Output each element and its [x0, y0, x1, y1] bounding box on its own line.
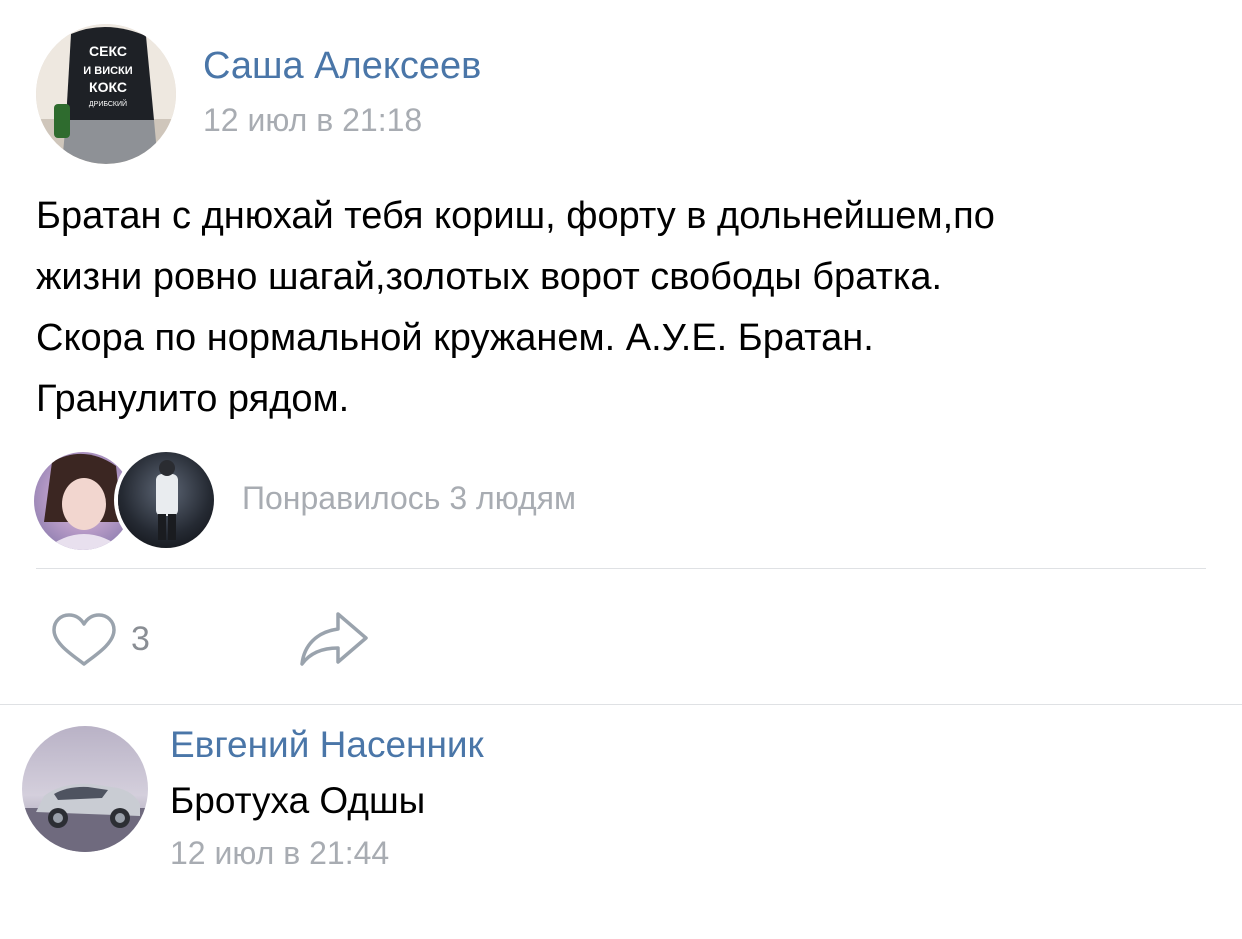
- comment-text: Бротуха Одшы: [170, 780, 426, 821]
- svg-text:И ВИСКИ: И ВИСКИ: [83, 65, 132, 77]
- like-count[interactable]: 3: [131, 618, 150, 660]
- heart-icon[interactable]: [48, 612, 120, 668]
- svg-text:ДРИБСКИЙ: ДРИБСКИЙ: [89, 99, 127, 108]
- avatar-photo: СЕКС И ВИСКИ КОКС ДРИБСКИЙ: [36, 24, 176, 164]
- post-text-line: жизни ровно шагай,золотых ворот свободы …: [36, 256, 943, 298]
- post-text-line: Скора по нормальной кружанем. А.У.Е. Бра…: [36, 317, 874, 359]
- post-date[interactable]: 12 июл в 21:18: [203, 100, 422, 140]
- liker-avatar[interactable]: [114, 448, 218, 552]
- svg-text:СЕКС: СЕКС: [89, 43, 127, 59]
- liker-photo: [118, 452, 214, 548]
- post-text-line: Братан с днюхай тебя кориш, форту в доль…: [36, 195, 995, 237]
- comment-author-name[interactable]: Евгений Насенник: [170, 722, 484, 768]
- post-author-avatar[interactable]: СЕКС И ВИСКИ КОКС ДРИБСКИЙ: [36, 24, 176, 164]
- post-text-line: Гранулито рядом.: [36, 378, 350, 420]
- divider: [36, 568, 1206, 569]
- car-photo: [22, 726, 148, 852]
- post-author-name[interactable]: Саша Алексеев: [203, 44, 481, 88]
- svg-text:КОКС: КОКС: [89, 79, 127, 95]
- likes-summary[interactable]: Понравилось 3 людям: [242, 478, 576, 518]
- comment-date[interactable]: 12 июл в 21:44: [170, 833, 389, 873]
- post-text: Братан с днюхай тебя кориш, форту в доль…: [36, 186, 1216, 430]
- comment-author-avatar[interactable]: [22, 726, 148, 852]
- section-divider: [0, 704, 1242, 705]
- share-icon[interactable]: [296, 608, 372, 670]
